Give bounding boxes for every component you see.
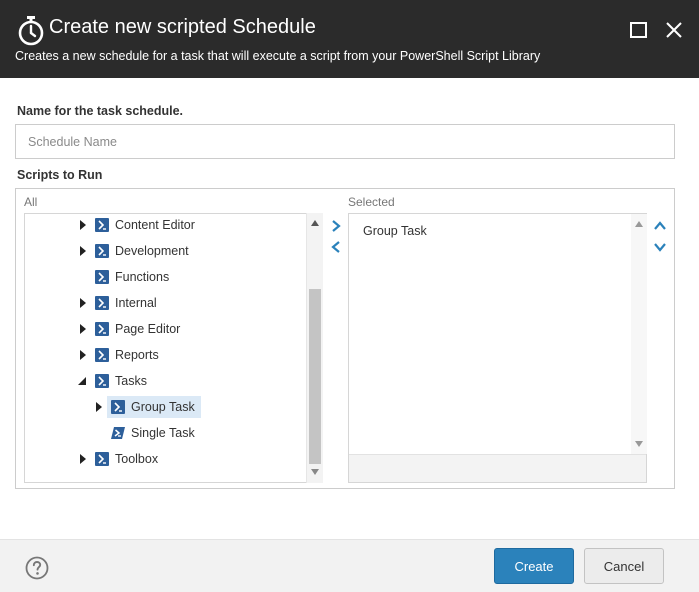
dialog-subtitle: Creates a new schedule for a task that w… [15,49,541,63]
powershell-icon [95,270,109,284]
tree-item-label: Page Editor [115,322,181,336]
powershell-script-icon [111,427,125,439]
cancel-button[interactable]: Cancel [584,548,664,584]
powershell-icon [95,374,109,388]
powershell-icon [95,296,109,310]
script-tree: Content Editor Development Functions Int… [24,213,323,483]
tree-item-group-task[interactable]: Group Task [107,396,201,418]
tree-item-label: Group Task [131,400,195,414]
expand-arrow-icon[interactable] [78,220,88,230]
scripts-to-run-label: Scripts to Run [17,168,103,182]
powershell-icon [95,244,109,258]
scroll-up-icon[interactable] [635,220,643,228]
tree-item-label: Tasks [115,374,147,388]
tree-item-label: Toolbox [115,452,159,466]
tree-item-label: Content Editor [115,218,195,232]
expand-arrow-icon[interactable] [78,246,88,256]
tree-scrollbar[interactable] [306,213,323,483]
tree-item-tasks[interactable]: Tasks [95,370,147,392]
tree-item-label: Internal [115,296,157,310]
tree-item-functions[interactable]: Functions [95,266,169,288]
tree-item-single-task[interactable]: Single Task [111,422,195,444]
tree-item-label: Single Task [131,426,195,440]
selected-list-area: Group Task [349,214,631,454]
expand-arrow-icon[interactable] [78,298,88,308]
powershell-icon [95,218,109,232]
tree-item-label: Reports [115,348,159,362]
dialog-titlebar: Create new scripted Schedule Creates a n… [0,0,699,78]
expand-arrow-icon[interactable] [78,350,88,360]
powershell-icon [95,348,109,362]
maximize-icon[interactable] [627,18,651,42]
dialog-title: Create new scripted Schedule [49,16,316,38]
expand-arrow-icon[interactable] [94,402,104,412]
create-button[interactable]: Create [494,548,574,584]
selected-scrollbar[interactable] [631,214,647,454]
scroll-up-icon[interactable] [311,219,319,227]
scroll-down-icon[interactable] [635,440,643,448]
collapse-arrow-icon[interactable] [77,376,87,386]
powershell-icon [95,452,109,466]
selected-panel-footer [349,454,646,482]
add-to-selected-icon[interactable] [329,219,343,233]
help-icon[interactable] [25,556,49,580]
all-scripts-label: All [24,195,38,209]
tree-item-label: Functions [115,270,170,284]
stopwatch-icon [18,16,44,46]
tree-item-content-editor[interactable]: Content Editor [95,214,195,236]
tree-item-internal[interactable]: Internal [95,292,157,314]
tree-item-label: Development [115,244,189,258]
powershell-icon [111,400,125,414]
selected-scripts-label: Selected [348,195,395,209]
tree-item-reports[interactable]: Reports [95,344,159,366]
expand-arrow-icon[interactable] [78,454,88,464]
tree-item-development[interactable]: Development [95,240,189,262]
tree-item-page-editor[interactable]: Page Editor [95,318,180,340]
powershell-icon [95,322,109,336]
schedule-name-label: Name for the task schedule. [17,104,184,118]
move-up-icon[interactable] [653,219,667,233]
close-icon[interactable] [662,18,686,42]
expand-arrow-icon[interactable] [78,324,88,334]
tree-item-toolbox[interactable]: Toolbox [95,448,158,470]
move-down-icon[interactable] [653,240,667,254]
scroll-thumb[interactable] [309,289,321,464]
schedule-name-input[interactable] [15,124,675,159]
selected-item[interactable]: Group Task [363,224,427,238]
scroll-down-icon[interactable] [311,468,319,476]
selected-scripts-list: Group Task [348,213,647,483]
remove-from-selected-icon[interactable] [329,240,343,254]
